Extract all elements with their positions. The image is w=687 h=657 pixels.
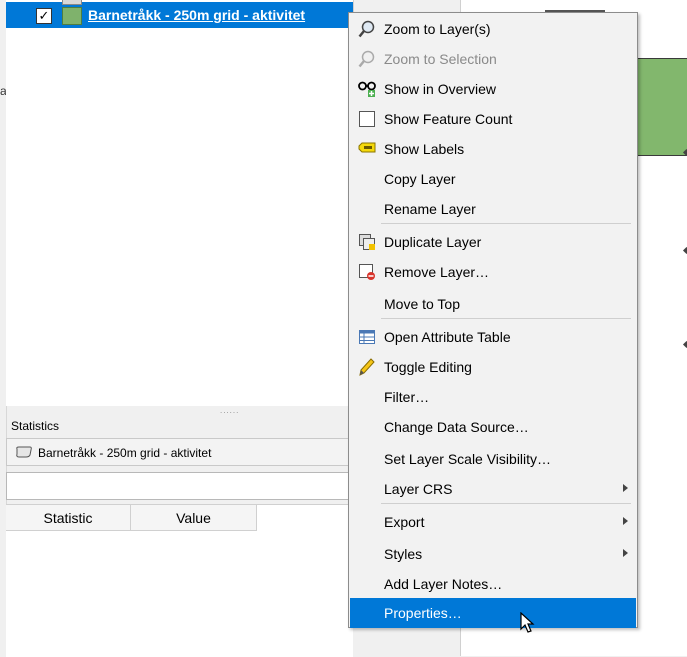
checkbox-icon: [359, 111, 375, 127]
submenu-arrow-icon: [623, 517, 628, 525]
menu-separator: [381, 503, 631, 504]
remove-icon: [359, 264, 375, 280]
menu-item-add-layer-notes[interactable]: Add Layer Notes…: [350, 570, 636, 598]
menu-item-move-to-top[interactable]: Move to Top: [350, 290, 636, 318]
table-icon: [359, 330, 375, 344]
menu-item-duplicate-layer[interactable]: Duplicate Layer: [350, 228, 636, 256]
column-header-value[interactable]: Value: [131, 505, 257, 531]
menu-item-styles[interactable]: Styles: [350, 540, 636, 568]
menu-item-copy-layer[interactable]: Copy Layer: [350, 165, 636, 193]
menu-item-open-attribute-table[interactable]: Open Attribute Table: [350, 323, 636, 351]
map-polygon-feature: [636, 58, 687, 156]
layer-tree-item-selected[interactable]: ✓ Barnetråkk - 250m grid - aktivitet: [6, 0, 353, 28]
submenu-arrow-icon: [623, 549, 628, 557]
layer-name[interactable]: Barnetråkk - 250m grid - aktivitet: [88, 7, 305, 23]
menu-item-layer-crs[interactable]: Layer CRS: [350, 475, 636, 503]
mouse-pointer-icon: [520, 612, 535, 633]
menu-item-toggle-editing[interactable]: Toggle Editing: [350, 353, 636, 381]
menu-separator: [381, 223, 631, 224]
menu-item-zoom-to-selection[interactable]: Zoom to Selection: [350, 45, 636, 73]
duplicate-icon: [359, 234, 375, 250]
menu-item-set-layer-scale-visibility[interactable]: Set Layer Scale Visibility…: [350, 445, 636, 473]
layer-above-swatch: [62, 0, 82, 5]
menu-item-properties[interactable]: Properties…: [350, 598, 636, 628]
layer-symbol-swatch[interactable]: [62, 7, 82, 25]
menu-item-show-labels[interactable]: Show Labels: [350, 135, 636, 163]
labels-icon: [358, 142, 376, 153]
column-header-statistic[interactable]: Statistic: [6, 505, 131, 531]
statistics-table: Statistic Value: [6, 504, 353, 657]
menu-item-zoom-to-layers[interactable]: Zoom to Layer(s): [350, 15, 636, 43]
statistics-layer-name: Barnetråkk - 250m grid - aktivitet: [38, 446, 212, 460]
zoom-icon: [358, 20, 375, 38]
overview-icon: [358, 81, 376, 97]
menu-item-change-data-source[interactable]: Change Data Source…: [350, 413, 636, 441]
menu-item-export[interactable]: Export: [350, 508, 636, 536]
menu-item-remove-layer[interactable]: Remove Layer…: [350, 258, 636, 286]
menu-item-show-feature-count[interactable]: Show Feature Count: [350, 105, 636, 133]
submenu-arrow-icon: [623, 484, 628, 492]
menu-item-show-in-overview[interactable]: Show in Overview: [350, 75, 636, 103]
statistics-field-input[interactable]: [6, 472, 353, 500]
layers-panel: [6, 0, 354, 406]
statistics-layer-combobox[interactable]: Barnetråkk - 250m grid - aktivitet: [6, 438, 353, 466]
menu-item-filter[interactable]: Filter…: [350, 383, 636, 411]
zoom-selection-icon: [358, 50, 375, 68]
statistics-panel-title: Statistics: [11, 419, 60, 433]
layer-context-menu: Zoom to Layer(s) Zoom to Selection Show …: [348, 12, 638, 628]
panel-splitter-handle[interactable]: ......: [220, 406, 239, 415]
menu-separator: [381, 318, 631, 319]
layer-visibility-checkbox[interactable]: ✓: [36, 8, 52, 24]
menu-item-rename-layer[interactable]: Rename Layer: [350, 195, 636, 223]
polygon-layer-icon: [16, 446, 32, 458]
pencil-icon: [359, 358, 375, 376]
